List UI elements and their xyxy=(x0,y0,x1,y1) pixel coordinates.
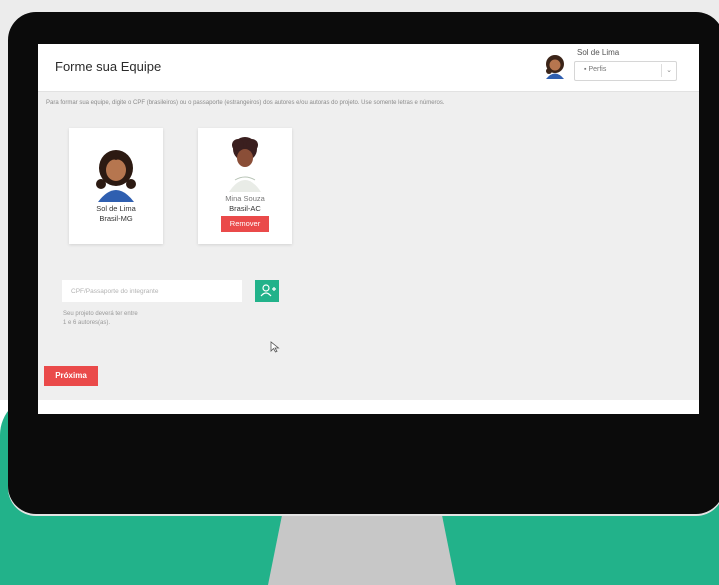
mouse-pointer-icon xyxy=(270,341,280,353)
app-header: Forme sua Equipe Sol de Lima ▪ Perfis ⌄ xyxy=(38,44,699,92)
remove-member-button[interactable]: Remover xyxy=(221,216,269,232)
hint-line: Seu projeto deverá ter entre xyxy=(63,311,138,317)
add-user-icon xyxy=(260,284,276,297)
chevron-down-icon: ⌄ xyxy=(661,64,676,77)
add-member-button[interactable] xyxy=(255,280,279,302)
monitor-stand xyxy=(268,510,456,585)
team-size-hint: Seu projeto deverá ter entre 1 e 6 autor… xyxy=(63,310,138,328)
profile-select-value: ▪ Perfis xyxy=(584,66,607,73)
member-location: Brasil-AC xyxy=(229,204,261,213)
member-name: Mina Souza xyxy=(225,194,265,203)
user-avatar[interactable] xyxy=(542,53,568,79)
member-card: Mina Souza Brasil-AC Remover xyxy=(198,128,292,244)
member-card: Sol de Lima Brasil-MG xyxy=(69,128,163,244)
hint-line: 1 e 6 autores(as). xyxy=(63,320,111,326)
profile-select[interactable]: ▪ Perfis ⌄ xyxy=(574,61,677,81)
cpf-passport-input[interactable] xyxy=(62,280,242,302)
next-button[interactable]: Próxima xyxy=(44,366,98,386)
member-avatar xyxy=(229,137,261,192)
member-avatar xyxy=(96,150,136,202)
footer-strip xyxy=(38,400,699,414)
instructions-text: Para formar sua equipe, digite o CPF (br… xyxy=(46,100,445,106)
page-title: Forme sua Equipe xyxy=(55,59,162,74)
member-name: Sol de Lima xyxy=(96,204,136,213)
monitor-screen: Forme sua Equipe Sol de Lima ▪ Perfis ⌄ … xyxy=(38,44,699,414)
user-name: Sol de Lima xyxy=(577,48,620,57)
member-location: Brasil-MG xyxy=(99,214,133,223)
